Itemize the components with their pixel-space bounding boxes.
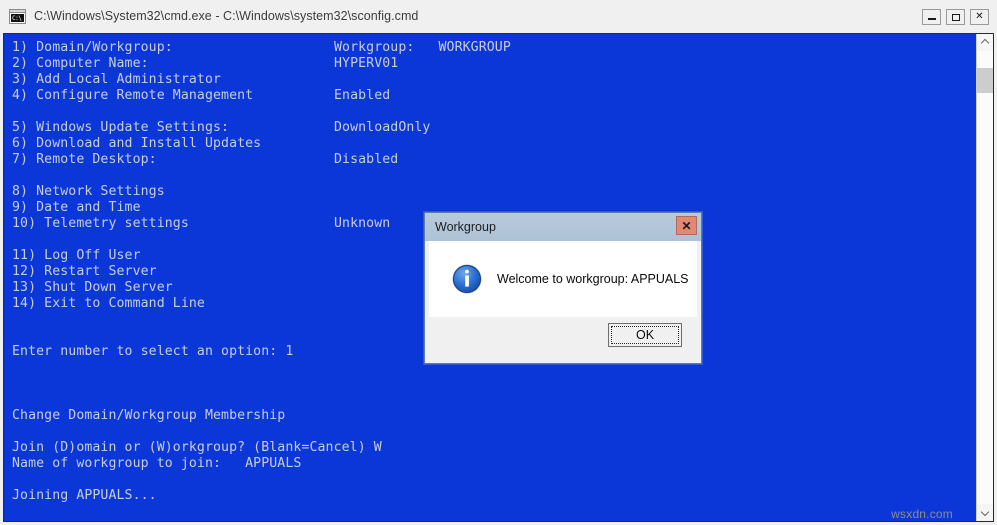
minimize-icon — [923, 10, 940, 24]
close-button[interactable]: ✕ — [970, 9, 989, 25]
console-line-label: 9) Date and Time — [12, 200, 141, 215]
console-line-label: 12) Restart Server — [12, 264, 157, 279]
console-line-value: Unknown — [334, 216, 391, 231]
window-title: C:\Windows\System32\cmd.exe - C:\Windows… — [34, 9, 419, 23]
console-line-label: 5) Windows Update Settings: — [12, 120, 230, 135]
chevron-up-icon — [982, 39, 989, 46]
console-line-label: 3) Add Local Administrator — [12, 72, 222, 87]
console-line-label: Name of workgroup to join: APPUALS — [12, 456, 302, 471]
window-controls: ✕ — [922, 9, 989, 25]
console-line: 1) Domain/Workgroup: Workgroup: WORKGROUP — [12, 40, 952, 56]
console-line: Joining APPUALS... — [12, 488, 952, 504]
scrollbar-track[interactable] — [977, 51, 993, 504]
console-line-label: 4) Configure Remote Management — [12, 88, 254, 103]
info-icon — [452, 264, 482, 294]
chevron-down-icon — [982, 509, 989, 516]
console-line-label: 10) Telemetry settings — [12, 216, 189, 231]
console-line-label: 11) Log Off User — [12, 248, 141, 263]
console-line-label: 14) Exit to Command Line — [12, 296, 205, 311]
close-icon: ✕ — [975, 11, 984, 22]
minimize-button[interactable] — [922, 9, 941, 25]
console-line-value: Disabled — [334, 152, 399, 167]
console-line: Join (D)omain or (W)orkgroup? (Blank=Can… — [12, 440, 952, 456]
console-line: Name of workgroup to join: APPUALS — [12, 456, 952, 472]
console-line: 3) Add Local Administrator — [12, 72, 952, 88]
dialog-close-button[interactable]: ✕ — [676, 216, 697, 235]
console-line-value: Enabled — [334, 88, 391, 103]
cmd-window: C:\ C:\Windows\System32\cmd.exe - C:\Win… — [0, 0, 997, 525]
dialog-title: Workgroup — [435, 220, 496, 234]
console-line: 7) Remote Desktop: Disabled — [12, 152, 952, 168]
console-line-label: 1) Domain/Workgroup: — [12, 40, 173, 55]
console-line-label: Join (D)omain or (W)orkgroup? (Blank=Can… — [12, 440, 382, 455]
console-line: 5) Windows Update Settings: DownloadOnly — [12, 120, 952, 136]
console-app-icon: C:\ — [9, 8, 26, 24]
maximize-button[interactable] — [946, 9, 965, 25]
console-line-label: 8) Network Settings — [12, 184, 165, 199]
console-line: 8) Network Settings — [12, 184, 952, 200]
console-line-label: Change Domain/Workgroup Membership — [12, 408, 286, 423]
scroll-up-button[interactable] — [977, 34, 993, 51]
console-line: 6) Download and Install Updates — [12, 136, 952, 152]
console-line-label: 6) Download and Install Updates — [12, 136, 262, 151]
console-line-label: 7) Remote Desktop: — [12, 152, 157, 167]
scrollbar-thumb[interactable] — [977, 68, 993, 93]
console-app-icon-bar — [10, 9, 25, 13]
console-line-label: Joining APPUALS... — [12, 488, 157, 503]
dialog-message: Welcome to workgroup: APPUALS — [497, 272, 689, 286]
scroll-down-button[interactable] — [977, 504, 993, 521]
maximize-icon — [947, 10, 964, 24]
console-line-value: Workgroup: WORKGROUP — [334, 40, 511, 55]
console-line: 4) Configure Remote Management Enabled — [12, 88, 952, 104]
workgroup-dialog: Workgroup ✕ Welcome to workgroup: APPUAL… — [424, 212, 702, 364]
dialog-title-bar: Workgroup ✕ — [425, 213, 701, 241]
console-line-label: 13) Shut Down Server — [12, 280, 173, 295]
ok-button-label: OK — [635, 328, 655, 342]
console-line: Change Domain/Workgroup Membership — [12, 408, 952, 424]
console-line-label: Enter number to select an option: 1 — [12, 344, 294, 359]
dialog-footer: OK — [429, 317, 697, 361]
console-app-icon-text: C:\ — [11, 13, 24, 22]
console-line-value: DownloadOnly — [334, 120, 431, 135]
ok-button[interactable]: OK — [608, 323, 682, 347]
dialog-body: Welcome to workgroup: APPUALS — [429, 241, 697, 317]
window-title-bar: C:\ C:\Windows\System32\cmd.exe - C:\Win… — [0, 0, 997, 32]
console-scrollbar[interactable] — [976, 34, 993, 521]
watermark: wsxdn.com — [891, 507, 953, 521]
console-line-value: HYPERV01 — [334, 56, 399, 71]
console-line: 2) Computer Name: HYPERV01 — [12, 56, 952, 72]
console-line-label: 2) Computer Name: — [12, 56, 149, 71]
